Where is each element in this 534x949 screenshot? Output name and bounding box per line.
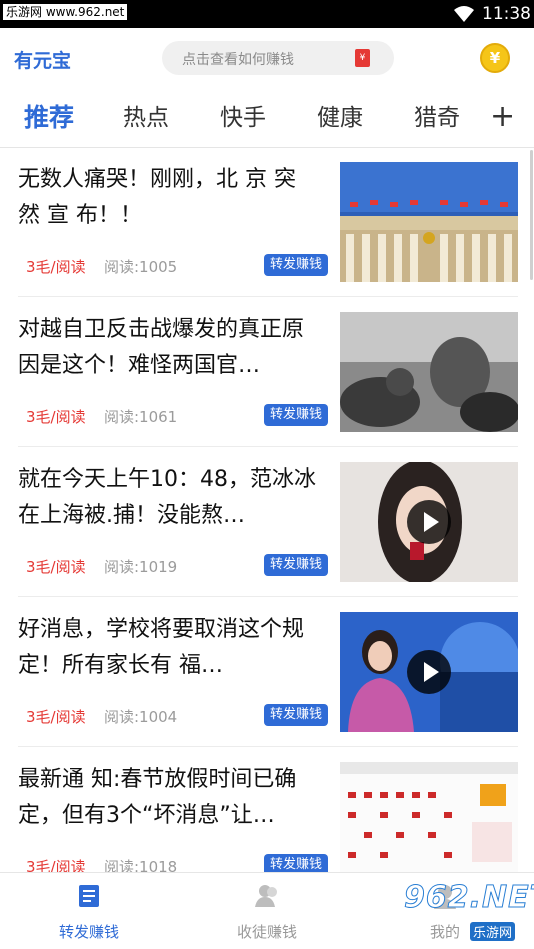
article-title[interactable]: 对越自卫反击战爆发的真正原因是这个！难怪两国官… xyxy=(18,312,324,384)
status-bar: 乐游网 www.962.net 11:38 xyxy=(0,0,534,28)
price-per-read: 3毛/阅读 xyxy=(26,408,86,426)
play-icon[interactable] xyxy=(407,650,451,694)
article-title[interactable]: 就在今天上午10：48，范冰冰在上海被.捕！没能熬… xyxy=(18,462,324,534)
share-earn-button[interactable]: 转发赚钱 xyxy=(264,704,328,726)
article-thumbnail[interactable] xyxy=(340,762,518,872)
calendar-image xyxy=(340,762,518,872)
share-earn-button[interactable]: 转发赚钱 xyxy=(264,254,328,276)
share-earn-button[interactable]: 转发赚钱 xyxy=(264,854,328,872)
article-feed: 无数人痛哭！刚刚，北 京 突 然 宣 布！！ 3毛/阅读 阅读:1005 转发赚… xyxy=(0,148,534,872)
divider xyxy=(18,746,518,747)
nav-share-earn[interactable]: 转发赚钱 xyxy=(0,873,178,949)
red-envelope-icon: ¥ xyxy=(355,49,370,67)
app-bar: 有元宝 点击查看如何赚钱 ¥ ¥ xyxy=(0,28,534,90)
tab-health[interactable]: 健康 xyxy=(317,102,363,134)
coin-icon[interactable]: ¥ xyxy=(480,43,510,73)
divider xyxy=(18,596,518,597)
article-card[interactable]: 对越自卫反击战爆发的真正原因是这个！难怪两国官… 3毛/阅读 阅读:1061 转… xyxy=(0,298,534,448)
search-bar[interactable]: 点击查看如何赚钱 ¥ xyxy=(162,41,394,75)
article-card[interactable]: 好消息，学校将要取消这个规定！所有家长有 福… 3毛/阅读 阅读:1004 转发… xyxy=(0,598,534,748)
play-icon[interactable] xyxy=(407,500,451,544)
tab-curious[interactable]: 猎奇 xyxy=(414,102,460,134)
article-title[interactable]: 最新通 知:春节放假时间已确定，但有3个“坏消息”让… xyxy=(18,762,324,834)
nav-recruit-earn[interactable]: 收徒赚钱 xyxy=(178,873,356,949)
tab-recommend[interactable]: 推荐 xyxy=(24,102,74,134)
add-tab-icon[interactable]: + xyxy=(490,100,515,134)
tab-kuaishou[interactable]: 快手 xyxy=(220,102,266,134)
scrollbar[interactable] xyxy=(530,150,533,280)
read-count: 阅读:1004 xyxy=(104,708,178,726)
article-card[interactable]: 最新通 知:春节放假时间已确定，但有3个“坏消息”让… 3毛/阅读 阅读:101… xyxy=(0,748,534,872)
nav-label: 收徒赚钱 xyxy=(236,923,297,941)
watermark-number: 962.NET xyxy=(403,880,534,916)
price-per-read: 3毛/阅读 xyxy=(26,558,86,576)
divider xyxy=(18,446,518,447)
category-tabs: 推荐 热点 快手 健康 猎奇 + xyxy=(0,90,534,148)
article-title[interactable]: 好消息，学校将要取消这个规定！所有家长有 福… xyxy=(18,612,324,684)
war-photo-image xyxy=(340,312,518,432)
article-thumbnail[interactable] xyxy=(340,612,518,732)
tab-hot[interactable]: 热点 xyxy=(123,102,169,134)
clock: 11:38 xyxy=(482,4,531,24)
article-card[interactable]: 就在今天上午10：48，范冰冰在上海被.捕！没能熬… 3毛/阅读 阅读:1019… xyxy=(0,448,534,598)
divider xyxy=(18,296,518,297)
article-thumbnail[interactable] xyxy=(340,312,518,432)
watermark-label: 乐游网 www.962.net xyxy=(3,4,128,20)
building-image xyxy=(340,162,518,282)
article-thumbnail[interactable] xyxy=(340,162,518,282)
read-count: 阅读:1018 xyxy=(104,858,178,872)
article-title[interactable]: 无数人痛哭！刚刚，北 京 突 然 宣 布！！ xyxy=(18,162,324,234)
article-card[interactable]: 无数人痛哭！刚刚，北 京 突 然 宣 布！！ 3毛/阅读 阅读:1005 转发赚… xyxy=(0,148,534,298)
nav-label: 转发赚钱 xyxy=(58,923,119,941)
price-per-read: 3毛/阅读 xyxy=(26,858,86,872)
site-watermark: 962.NET 乐游网 xyxy=(396,874,534,944)
search-placeholder: 点击查看如何赚钱 xyxy=(182,52,294,68)
news-icon xyxy=(79,885,99,907)
share-earn-button[interactable]: 转发赚钱 xyxy=(264,554,328,576)
app-brand: 有元宝 xyxy=(14,50,72,72)
price-per-read: 3毛/阅读 xyxy=(26,708,86,726)
wifi-icon xyxy=(454,6,474,22)
price-per-read: 3毛/阅读 xyxy=(26,258,86,276)
read-count: 阅读:1061 xyxy=(104,408,178,426)
read-count: 阅读:1019 xyxy=(104,558,178,576)
read-count: 阅读:1005 xyxy=(104,258,178,276)
share-earn-button[interactable]: 转发赚钱 xyxy=(264,404,328,426)
watermark-text: 乐游网 xyxy=(470,922,516,941)
article-thumbnail[interactable] xyxy=(340,462,518,582)
users-icon xyxy=(255,885,277,907)
